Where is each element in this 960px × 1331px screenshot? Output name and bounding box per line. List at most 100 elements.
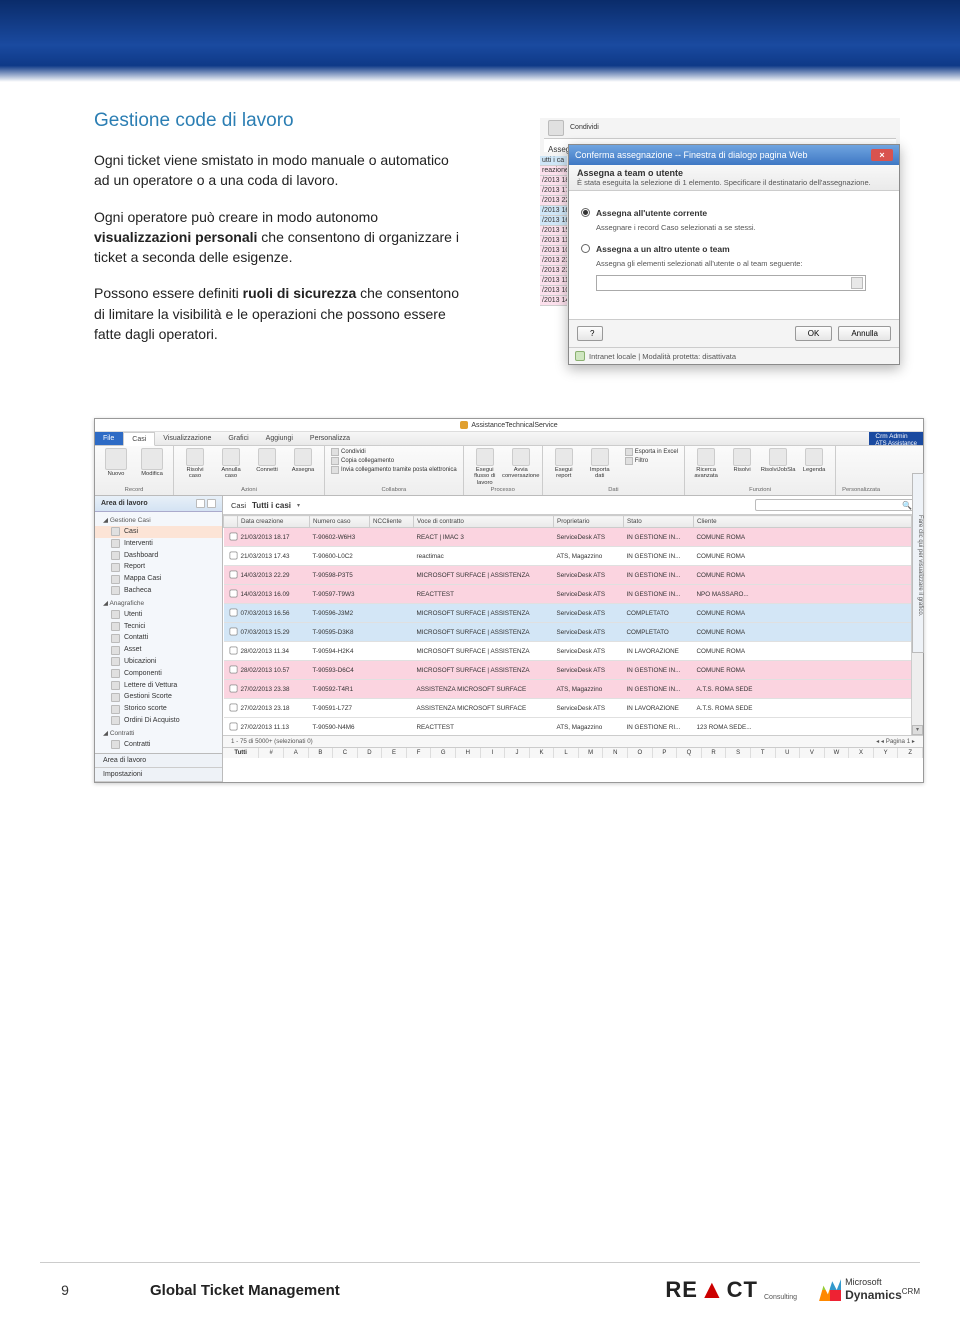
- alpha-letter[interactable]: R: [702, 748, 727, 758]
- alpha-letter[interactable]: Y: [874, 748, 899, 758]
- table-row[interactable]: 07/03/2013 16.56T-90596-J3M2MICROSOFT SU…: [224, 604, 923, 623]
- alpha-letter[interactable]: H: [456, 748, 481, 758]
- row-checkbox[interactable]: [229, 608, 237, 616]
- alpha-letter[interactable]: #: [259, 748, 284, 758]
- alpha-letter[interactable]: W: [825, 748, 850, 758]
- row-checkbox[interactable]: [229, 684, 237, 692]
- alpha-letter[interactable]: P: [653, 748, 678, 758]
- table-row[interactable]: 27/02/2013 23.18T-90591-L7Z7ASSISTENZA M…: [224, 699, 923, 718]
- column-header[interactable]: [224, 516, 238, 528]
- alpha-letter[interactable]: K: [530, 748, 555, 758]
- alpha-letter[interactable]: Q: [677, 748, 702, 758]
- table-row[interactable]: 27/02/2013 23.38T-90592-T4R1ASSISTENZA M…: [224, 680, 923, 699]
- column-header[interactable]: Numero caso: [310, 516, 370, 528]
- ok-button[interactable]: OK: [795, 326, 833, 341]
- alpha-letter[interactable]: L: [554, 748, 579, 758]
- sidebar-item[interactable]: Lettere di Vettura: [95, 680, 222, 692]
- column-header[interactable]: NCCliente: [370, 516, 414, 528]
- alpha-letter[interactable]: G: [431, 748, 456, 758]
- table-row[interactable]: 14/03/2013 16.09T-90597-T9W3REACTTESTSer…: [224, 585, 923, 604]
- alpha-letter[interactable]: D: [358, 748, 383, 758]
- importa-button[interactable]: Importa dati: [585, 448, 615, 480]
- row-checkbox[interactable]: [229, 570, 237, 578]
- sidebar-item[interactable]: Casi: [95, 526, 222, 538]
- table-row[interactable]: 28/02/2013 10.57T-90593-D6C4MICROSOFT SU…: [224, 661, 923, 680]
- alpha-letter[interactable]: S: [726, 748, 751, 758]
- alpha-letter[interactable]: I: [481, 748, 506, 758]
- column-header[interactable]: Cliente: [694, 516, 923, 528]
- alpha-letter[interactable]: Tutti: [223, 748, 259, 758]
- row-checkbox[interactable]: [229, 665, 237, 673]
- connetti-button[interactable]: Connetti: [252, 448, 282, 473]
- sidebar-area-di-lavoro[interactable]: Area di lavoro: [95, 754, 222, 768]
- sidebar-item[interactable]: Dashboard: [95, 550, 222, 562]
- alpha-letter[interactable]: C: [333, 748, 358, 758]
- table-row[interactable]: 14/03/2013 22.29T-90598-P3T5MICROSOFT SU…: [224, 566, 923, 585]
- alpha-letter[interactable]: J: [505, 748, 530, 758]
- sidebar-item[interactable]: Contatti: [95, 632, 222, 644]
- help-button[interactable]: ?: [577, 326, 603, 341]
- tab-grafici[interactable]: Grafici: [220, 432, 257, 445]
- risolvi-caso-button[interactable]: Risolvi caso: [180, 448, 210, 480]
- cancel-button[interactable]: Annulla: [838, 326, 891, 341]
- flusso-button[interactable]: Esegui flusso di lavoro: [470, 448, 500, 486]
- lookup-icon[interactable]: [851, 277, 863, 289]
- sidebar-item[interactable]: Ordini Di Acquisto: [95, 715, 222, 727]
- column-header[interactable]: Voce di contratto: [414, 516, 554, 528]
- alpha-letter[interactable]: T: [751, 748, 776, 758]
- assegna-button[interactable]: Assegna: [288, 448, 318, 473]
- modifica-button[interactable]: Modifica: [137, 448, 167, 477]
- alpha-letter[interactable]: U: [776, 748, 801, 758]
- table-row[interactable]: 28/02/2013 11.34T-90594-H2K4MICROSOFT SU…: [224, 642, 923, 661]
- sidebar-item[interactable]: Ubicazioni: [95, 656, 222, 668]
- sidebar-item[interactable]: Gestioni Scorte: [95, 691, 222, 703]
- tab-file[interactable]: File: [95, 432, 123, 445]
- sidebar-item[interactable]: Componenti: [95, 668, 222, 680]
- ricerca-avanzata-button[interactable]: Ricerca avanzata: [691, 448, 721, 480]
- sidebar-item[interactable]: Report: [95, 561, 222, 573]
- risolvi-button[interactable]: Risolvi: [727, 448, 757, 473]
- home-icon[interactable]: [196, 499, 205, 508]
- sidebar-item[interactable]: Utenti: [95, 609, 222, 621]
- column-header[interactable]: Stato: [624, 516, 694, 528]
- radio-other-user[interactable]: [581, 244, 590, 253]
- alpha-letter[interactable]: Z: [898, 748, 923, 758]
- alpha-letter[interactable]: A: [284, 748, 309, 758]
- chevron-down-icon[interactable]: ▾: [297, 502, 300, 509]
- sidebar-item[interactable]: Contratti: [95, 739, 222, 751]
- row-checkbox[interactable]: [229, 627, 237, 635]
- sidebar-item[interactable]: Asset: [95, 644, 222, 656]
- alpha-letter[interactable]: E: [382, 748, 407, 758]
- sidebar-item[interactable]: Interventi: [95, 538, 222, 550]
- table-row[interactable]: 07/03/2013 15.29T-90595-D3K8MICROSOFT SU…: [224, 623, 923, 642]
- nuovo-button[interactable]: Nuovo: [101, 448, 131, 477]
- sidebar-item[interactable]: Tecnici: [95, 621, 222, 633]
- pager[interactable]: ◂ ◂ Pagina 1 ▸: [876, 738, 915, 745]
- risolvijobsla-button[interactable]: RisolviJobSla: [763, 448, 793, 473]
- sidebar-item[interactable]: Bacheca: [95, 585, 222, 597]
- alpha-letter[interactable]: F: [407, 748, 432, 758]
- alpha-letter[interactable]: B: [309, 748, 334, 758]
- scroll-down-icon[interactable]: ▾: [912, 725, 923, 735]
- alpha-letter[interactable]: X: [849, 748, 874, 758]
- table-row[interactable]: 21/03/2013 18.17T-90602-W6H3REACT | IMAC…: [224, 528, 923, 547]
- legenda-button[interactable]: Legenda: [799, 448, 829, 473]
- grid-view[interactable]: Tutti i casi: [252, 501, 291, 510]
- alpha-letter[interactable]: V: [800, 748, 825, 758]
- sidebar-item[interactable]: Mappa Casi: [95, 573, 222, 585]
- row-checkbox[interactable]: [229, 703, 237, 711]
- tab-aggiungi[interactable]: Aggiungi: [258, 432, 302, 445]
- column-header[interactable]: Proprietario: [554, 516, 624, 528]
- pin-icon[interactable]: [207, 499, 216, 508]
- tab-personalizza[interactable]: Personalizza: [302, 432, 359, 445]
- tab-visualizzazione[interactable]: Visualizzazione: [155, 432, 220, 445]
- table-row[interactable]: 27/02/2013 11.13T-90590-N4M6REACTTESTATS…: [224, 718, 923, 736]
- table-row[interactable]: 21/03/2013 17.43T-90600-L0C2reactimacATS…: [224, 547, 923, 566]
- user-badge[interactable]: Crm AdminATS Assistance: [869, 432, 923, 445]
- row-checkbox[interactable]: [229, 551, 237, 559]
- report-button[interactable]: Esegui report: [549, 448, 579, 480]
- conversazione-button[interactable]: Avvia conversazione: [506, 448, 536, 480]
- sidebar-item[interactable]: Storico scorte: [95, 703, 222, 715]
- alpha-letter[interactable]: N: [603, 748, 628, 758]
- annulla-caso-button[interactable]: Annulla caso: [216, 448, 246, 480]
